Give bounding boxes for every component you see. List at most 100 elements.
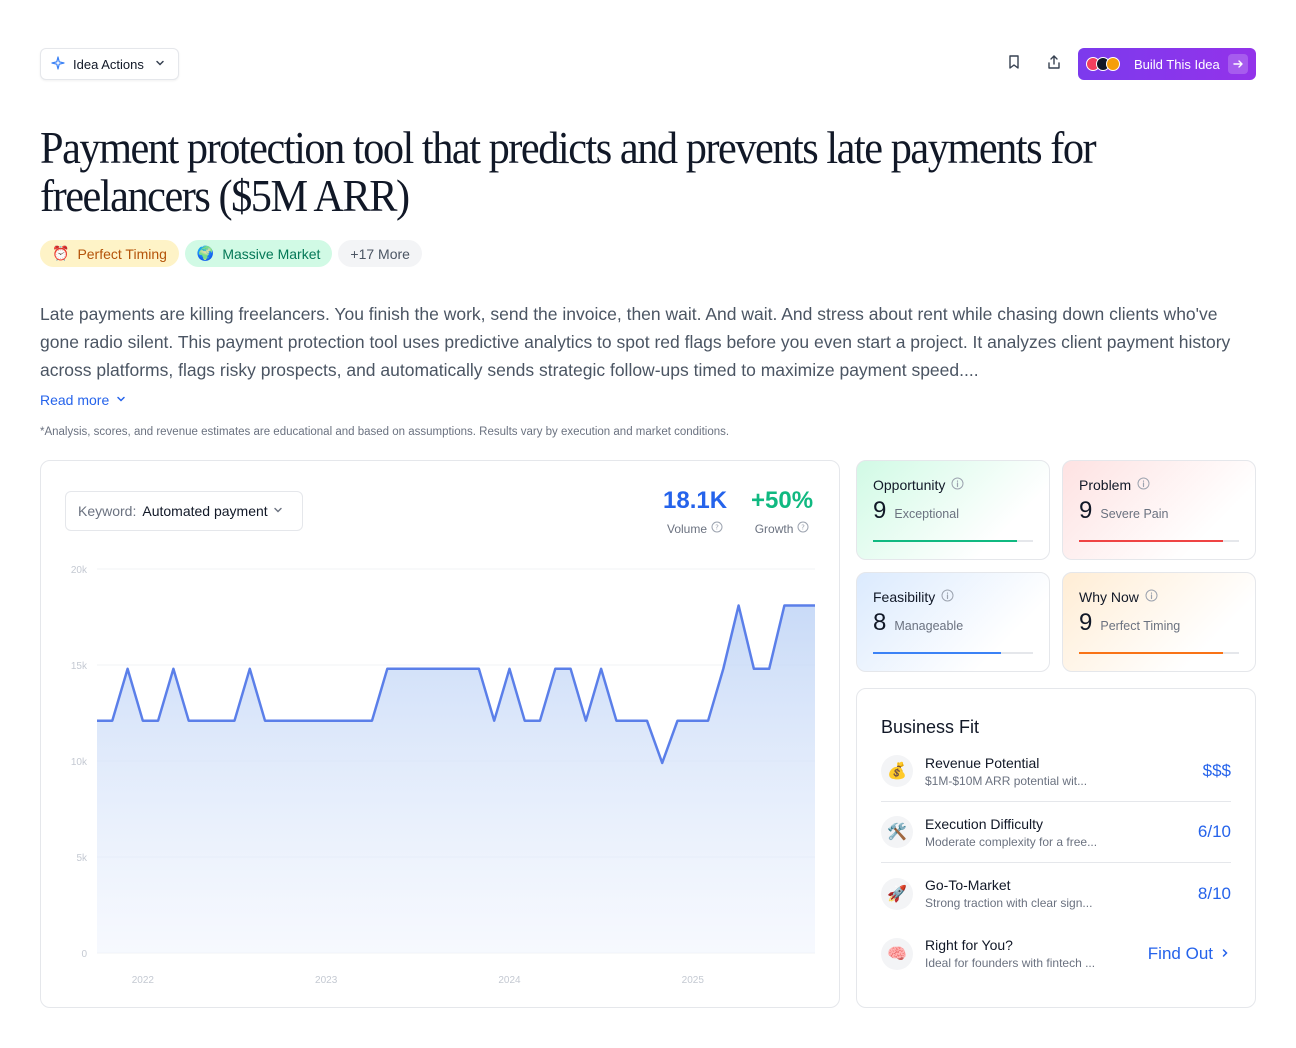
volume-value: 18.1K <box>663 487 728 514</box>
svg-text:?: ? <box>715 524 719 532</box>
metric-progress-track <box>873 540 1033 542</box>
fit-row-sub: Strong traction with clear sign... <box>925 896 1093 910</box>
metric-title: Feasibility <box>873 589 936 605</box>
opportunity-card[interactable]: Opportunity 9 Exceptional <box>856 460 1050 560</box>
fit-row-name: Right for You? <box>925 937 1013 953</box>
metric-desc: Severe Pain <box>1100 507 1169 521</box>
build-this-idea-button[interactable]: Build This Idea <box>1078 48 1256 80</box>
why-now-card[interactable]: Why Now 9 Perfect Timing <box>1062 572 1256 672</box>
tool-avatars <box>1086 57 1120 71</box>
metric-progress-track <box>1079 652 1239 654</box>
volume-label: Volume <box>667 521 708 536</box>
keyword-select[interactable]: Keyword: Automated payment <box>65 491 303 531</box>
globe-icon: 🌍 <box>196 245 215 261</box>
metric-score: 9 <box>873 497 887 524</box>
metric-progress-fill <box>1079 540 1223 542</box>
metric-desc: Exceptional <box>894 507 959 521</box>
find-out-link[interactable]: Find Out <box>1148 944 1231 964</box>
x-tick-label: 2022 <box>132 975 155 986</box>
help-icon[interactable]: ? <box>797 521 809 536</box>
bookmark-icon <box>1006 54 1022 75</box>
rocket-icon: 🚀 <box>881 877 913 910</box>
metric-progress-fill <box>873 540 1017 542</box>
read-more-label: Read more <box>40 392 110 408</box>
tag-massive-market[interactable]: 🌍 Massive Market <box>184 240 333 267</box>
arrow-right-icon <box>1228 54 1248 74</box>
idea-actions-button[interactable]: Idea Actions <box>40 48 179 80</box>
info-icon[interactable] <box>1145 589 1158 605</box>
metric-title: Opportunity <box>873 477 946 493</box>
feasibility-card[interactable]: Feasibility 8 Manageable <box>856 572 1050 672</box>
fit-row-sub: Moderate complexity for a free... <box>925 834 1098 849</box>
build-label: Build This Idea <box>1134 56 1220 72</box>
metric-title: Why Now <box>1079 589 1139 605</box>
x-tick-label: 2023 <box>315 975 338 986</box>
page-title: Payment protection tool that predicts an… <box>40 122 1097 221</box>
chevron-down-icon <box>115 392 127 408</box>
fit-row-execution-difficulty[interactable]: 🛠️ Execution Difficulty Moderate complex… <box>881 802 1231 863</box>
tag-label: Perfect Timing <box>77 245 167 262</box>
disclaimer-text: *Analysis, scores, and revenue estimates… <box>40 426 730 438</box>
y-tick-label: 20k <box>71 565 88 576</box>
idea-actions-label: Idea Actions <box>73 56 144 72</box>
fit-row-sub: $1M-$10M ARR potential wit... <box>925 773 1088 788</box>
volume-stat: 18.1K Volume ? <box>663 487 727 536</box>
fit-row-right-for-you[interactable]: 🧠 Right for You? Ideal for founders with… <box>881 923 1231 984</box>
tag-label: Massive Market <box>222 245 321 262</box>
metric-progress-fill <box>873 652 1001 654</box>
tools-icon: 🛠️ <box>881 816 913 848</box>
metric-score: 9 <box>1079 609 1093 636</box>
fit-row-go-to-market[interactable]: 🚀 Go-To-Market Strong traction with clea… <box>881 863 1231 924</box>
y-tick-label: 10k <box>71 757 88 768</box>
y-tick-label: 15k <box>71 661 88 672</box>
business-fit-title: Business Fit <box>881 717 980 737</box>
x-tick-label: 2024 <box>498 975 521 986</box>
info-icon[interactable] <box>951 477 964 493</box>
fit-row-value: $$$ <box>1202 761 1231 780</box>
tag-perfect-timing[interactable]: ⏰ Perfect Timing <box>40 240 179 267</box>
brain-icon: 🧠 <box>881 937 913 970</box>
find-out-label: Find Out <box>1147 943 1213 963</box>
metric-desc: Manageable <box>894 619 964 633</box>
growth-value: +50% <box>751 487 814 514</box>
metric-progress-fill <box>1079 652 1223 654</box>
trend-chart-card: 0 5k 10k 15k 20k 2022 2023 2024 2025 Keyword: A… <box>40 460 840 1008</box>
info-icon[interactable] <box>1137 477 1150 493</box>
idea-description: Late payments are killing freelancers. Y… <box>40 304 1231 380</box>
money-bag-icon: 💰 <box>881 755 913 787</box>
chevron-down-icon <box>272 503 284 519</box>
metric-score: 9 <box>1079 497 1093 524</box>
trend-chart: 0 5k 10k 15k 20k 2022 2023 2024 2025 <box>71 565 815 986</box>
share-button[interactable] <box>1038 48 1070 80</box>
business-fit-card: Business Fit 💰 Revenue Potential $1M-$10… <box>856 688 1256 1008</box>
metric-title: Problem <box>1079 477 1132 493</box>
tag-more[interactable]: +17 More <box>338 240 422 267</box>
info-icon[interactable] <box>941 589 954 605</box>
fit-row-sub: Ideal for founders with fintech ... <box>925 956 1096 970</box>
top-toolbar: Idea Actions Build This Idea <box>40 48 1256 80</box>
read-more-link[interactable]: Read more <box>40 392 127 408</box>
help-icon[interactable]: ? <box>711 521 723 536</box>
metric-desc: Perfect Timing <box>1100 619 1181 633</box>
growth-stat: +50% Growth ? <box>751 487 813 536</box>
metric-score: 8 <box>873 609 887 636</box>
keyword-label: Keyword: <box>78 503 137 519</box>
share-icon <box>1046 54 1062 75</box>
fit-row-revenue-potential[interactable]: 💰 Revenue Potential $1M-$10M ARR potenti… <box>881 741 1231 802</box>
tag-list: ⏰ Perfect Timing 🌍 Massive Market +17 Mo… <box>40 240 422 267</box>
bookmark-button[interactable] <box>998 48 1030 80</box>
fit-row-name: Execution Difficulty <box>925 815 1044 832</box>
growth-label: Growth <box>754 521 794 536</box>
chart-area <box>97 605 815 953</box>
fit-row-name: Revenue Potential <box>925 754 1040 771</box>
y-tick-label: 0 <box>81 949 87 960</box>
keyword-value: Automated payment <box>142 503 268 519</box>
x-tick-label: 2025 <box>682 975 705 986</box>
fit-row-value: 8/10 <box>1197 883 1231 903</box>
sparkle-icon <box>51 55 65 73</box>
avatar <box>1106 57 1120 71</box>
tag-label: +17 More <box>350 245 410 262</box>
problem-card[interactable]: Problem 9 Severe Pain <box>1062 460 1256 560</box>
chevron-down-icon <box>154 57 166 72</box>
metric-progress-track <box>1079 540 1239 542</box>
